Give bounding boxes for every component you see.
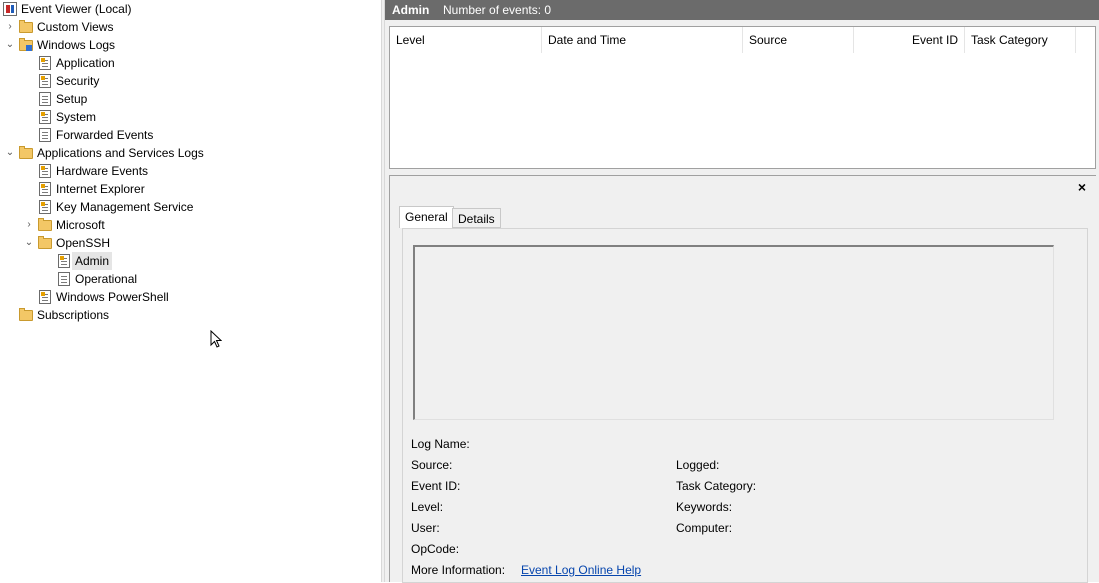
folder-icon <box>19 146 33 159</box>
chevron-down-icon[interactable]: ⌄ <box>2 36 18 54</box>
chevron-down-icon[interactable]: ⌄ <box>21 234 37 252</box>
tree-item-label: Subscriptions <box>37 308 110 322</box>
event-log-online-help-link[interactable]: Event Log Online Help <box>521 562 641 578</box>
tree-item-system[interactable]: System <box>37 108 99 126</box>
tree-item-label: Internet Explorer <box>56 182 145 196</box>
log-header: Admin Number of events: 0 <box>385 0 1099 20</box>
tree-item-setup[interactable]: Setup <box>37 90 90 108</box>
tree-item-label: Microsoft <box>56 218 105 232</box>
computer-label: Computer: <box>676 521 733 535</box>
log-icon <box>39 110 51 124</box>
column-header-date-time[interactable]: Date and Time <box>542 27 743 53</box>
tree-item-forwarded-events[interactable]: Forwarded Events <box>37 126 156 144</box>
tree-item-windows-logs[interactable]: ⌄ Windows Logs <box>2 36 118 54</box>
tree-item-label: OpenSSH <box>56 236 111 250</box>
tree-item-subscriptions[interactable]: Subscriptions <box>18 306 112 324</box>
log-icon <box>58 272 70 286</box>
tab-details[interactable]: Details <box>452 208 501 228</box>
log-icon <box>39 128 51 142</box>
log-icon <box>39 74 51 88</box>
tree-item-label: Event Viewer (Local) <box>21 2 132 16</box>
tree-item-key-management-service[interactable]: Key Management Service <box>37 198 196 216</box>
tree-item-label: Operational <box>75 272 138 286</box>
tree-item-microsoft[interactable]: › Microsoft <box>21 216 108 234</box>
event-id-label: Event ID: <box>411 479 461 493</box>
general-tab-panel <box>402 228 1088 583</box>
chevron-right-icon[interactable]: › <box>21 216 37 234</box>
column-header-event-id[interactable]: Event ID <box>854 27 965 53</box>
close-icon[interactable]: × <box>1078 179 1086 195</box>
tree-item-hardware-events[interactable]: Hardware Events <box>37 162 151 180</box>
tree-item-application[interactable]: Application <box>37 54 118 72</box>
tree-item-apps-services-logs[interactable]: ⌄ Applications and Services Logs <box>2 144 207 162</box>
column-header-level[interactable]: Level <box>390 27 542 53</box>
level-label: Level: <box>411 500 444 514</box>
folder-icon <box>38 236 52 249</box>
folder-icon <box>38 218 52 231</box>
opcode-label: OpCode: <box>411 542 460 556</box>
log-icon <box>39 164 51 178</box>
folder-icon <box>19 20 33 33</box>
tree-item-label: Hardware Events <box>56 164 149 178</box>
tree-item-security[interactable]: Security <box>37 72 102 90</box>
tab-general[interactable]: General <box>399 206 454 228</box>
folder-icon <box>19 38 33 51</box>
log-name-label: Log Name: <box>411 437 470 451</box>
tree-item-label: Custom Views <box>37 20 114 34</box>
log-pane: Admin Number of events: 0 Level Date and… <box>385 0 1099 583</box>
mouse-cursor-icon <box>210 330 222 348</box>
tree-item-windows-powershell[interactable]: Windows PowerShell <box>37 288 172 306</box>
tree-item-label: Security <box>56 74 100 88</box>
event-detail-pane: × General Details Log Name: Source: Logg… <box>389 175 1096 583</box>
tree-item-label: System <box>56 110 97 124</box>
tree-item-operational[interactable]: Operational <box>56 270 140 288</box>
log-icon <box>39 56 51 70</box>
log-icon <box>39 290 51 304</box>
more-information-label: More Information: <box>411 563 506 577</box>
log-icon <box>39 92 51 106</box>
source-label: Source: <box>411 458 453 472</box>
tree-item-admin[interactable]: Admin <box>56 252 113 270</box>
tree-item-label: Application <box>56 56 115 70</box>
chevron-down-icon[interactable]: ⌄ <box>2 144 18 162</box>
column-header-task-category[interactable]: Task Category <box>965 27 1076 53</box>
tree-item-label: Applications and Services Logs <box>37 146 204 160</box>
chevron-right-icon[interactable]: › <box>2 18 18 36</box>
event-description-box <box>413 245 1054 420</box>
log-title: Admin <box>392 3 430 17</box>
log-icon <box>39 200 51 214</box>
tree-item-label: Admin <box>72 252 113 270</box>
events-grid[interactable]: Level Date and Time Source Event ID Task… <box>389 26 1096 169</box>
tree-item-internet-explorer[interactable]: Internet Explorer <box>37 180 148 198</box>
tree-item-label: Windows PowerShell <box>56 290 169 304</box>
logged-label: Logged: <box>676 458 720 472</box>
keywords-label: Keywords: <box>676 500 733 514</box>
tree-item-label: Key Management Service <box>56 200 194 214</box>
user-label: User: <box>411 521 440 535</box>
tree-item-label: Windows Logs <box>37 38 116 52</box>
tree-item-openssh[interactable]: ⌄ OpenSSH <box>21 234 113 252</box>
log-icon <box>39 182 51 196</box>
console-tree: Event Viewer (Local) › Custom Views ⌄ Wi… <box>0 0 381 582</box>
column-header-source[interactable]: Source <box>743 27 854 53</box>
tree-item-label: Forwarded Events <box>56 128 154 142</box>
event-count: Number of events: 0 <box>443 3 552 17</box>
event-viewer-icon <box>3 2 17 16</box>
subscriptions-icon <box>19 308 33 321</box>
tree-item-root[interactable]: Event Viewer (Local) <box>2 0 135 18</box>
tree-item-custom-views[interactable]: › Custom Views <box>2 18 116 36</box>
task-category-label: Task Category: <box>676 479 757 493</box>
log-icon <box>58 254 70 268</box>
tree-item-label: Setup <box>56 92 88 106</box>
